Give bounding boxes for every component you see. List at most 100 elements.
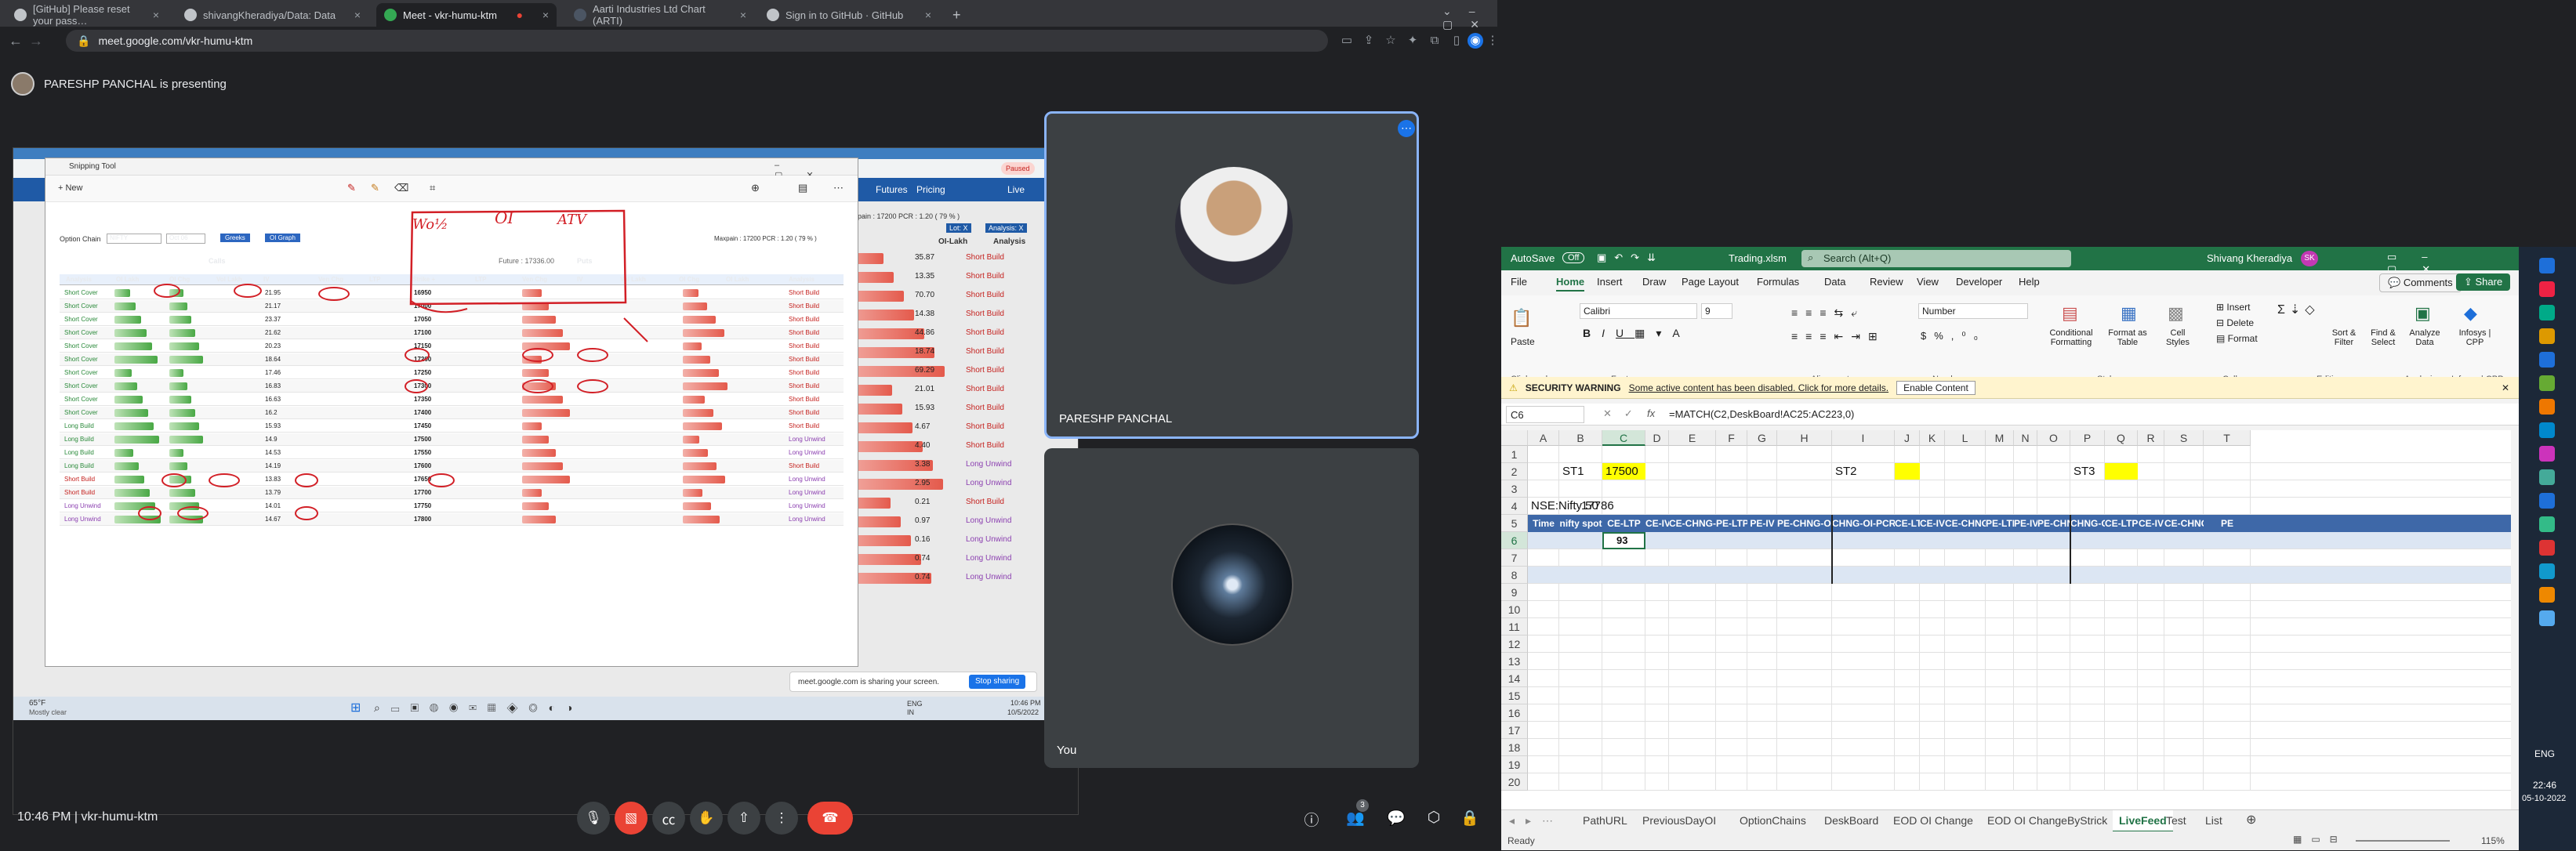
format-button[interactable]: ▤ Format	[2216, 333, 2258, 344]
editing-icons[interactable]: Σ⇣◇	[2277, 302, 2320, 317]
column-header-a[interactable]: A	[1528, 430, 1559, 446]
menu-home[interactable]: Home	[1556, 276, 1585, 292]
nav-live[interactable]: Live	[1007, 184, 1025, 195]
row-header-2[interactable]: 2	[1501, 463, 1528, 480]
zoom-icon[interactable]: ⊕	[751, 182, 760, 194]
column-header-m[interactable]: M	[1986, 430, 2014, 446]
tab-meet[interactable]: Meet - vkr-humu-ktm ● ×	[376, 3, 557, 27]
column-header-b[interactable]: B	[1559, 430, 1602, 446]
more-icon[interactable]: ⋯	[833, 182, 844, 194]
lot-button[interactable]: Lot: X	[946, 223, 971, 233]
quick-access-icons[interactable]: ▣↶↷⇊	[1597, 252, 1664, 264]
conditional-formatting-button[interactable]: Conditional Formatting	[2045, 328, 2097, 347]
menu-insert[interactable]: Insert	[1597, 276, 1623, 288]
taskbar-app-icon[interactable]	[2539, 563, 2555, 579]
row-header-11[interactable]: 11	[1501, 618, 1528, 636]
save-icon[interactable]: ▤	[798, 182, 807, 194]
analyze-data-button[interactable]: Analyze Data	[2403, 328, 2447, 347]
taskbar-app-icon[interactable]	[2539, 399, 2555, 415]
column-header-q[interactable]: Q	[2105, 430, 2138, 446]
taskbar-app-icon[interactable]	[2539, 352, 2555, 368]
row-header-5[interactable]: 5	[1501, 515, 1528, 532]
sheet-tab-optionchains[interactable]: OptionChains	[1740, 814, 1806, 827]
tile-more-icon[interactable]: ⋯	[1398, 120, 1415, 137]
formula-input[interactable]: =MATCH(C2,DeskBoard!AC25:AC223,0)	[1669, 408, 1854, 420]
format-table-icon[interactable]: ▦	[2121, 303, 2137, 324]
row-header-14[interactable]: 14	[1501, 670, 1528, 687]
taskbar-app-icon[interactable]	[2539, 516, 2555, 532]
close-tab-icon[interactable]: ×	[740, 9, 746, 21]
number-format-select[interactable]: Number	[1918, 303, 2028, 319]
row-header-19[interactable]: 19	[1501, 756, 1528, 773]
raise-hand-button[interactable]: ✋	[690, 802, 723, 835]
new-tab-button[interactable]: +	[945, 3, 968, 27]
fx-icon[interactable]: fx	[1647, 407, 1655, 419]
taskbar-app-icon[interactable]	[2539, 610, 2555, 626]
font-format-icons[interactable]: BIU▦▾A	[1583, 327, 1691, 340]
c6-value[interactable]: 93	[1616, 532, 1627, 549]
column-header-p[interactable]: P	[2070, 430, 2105, 446]
row-header-6[interactable]: 6	[1501, 532, 1528, 549]
row-header-17[interactable]: 17	[1501, 722, 1528, 739]
column-header-t[interactable]: T	[2204, 430, 2251, 446]
taskbar-app-icon[interactable]	[2539, 587, 2555, 603]
taskbar-app-icon[interactable]	[2539, 469, 2555, 485]
cell-styles-icon[interactable]: ▩	[2168, 303, 2184, 324]
host-controls-icon[interactable]: 🔒	[1460, 809, 1480, 829]
taskbar-app-icon[interactable]	[2539, 305, 2555, 320]
tab-github-signin[interactable]: Sign in to GitHub · GitHub ×	[759, 3, 939, 27]
symbol-select[interactable]: NIFTY	[107, 234, 161, 244]
close-tab-icon[interactable]: ×	[354, 9, 361, 21]
mic-button[interactable]: 🎙	[577, 802, 610, 835]
sort-filter-button[interactable]: Sort & Filter	[2324, 328, 2364, 347]
paste-icon[interactable]: 📋	[1511, 308, 1532, 328]
captions-button[interactable]: ㏄	[652, 802, 685, 835]
menu-data[interactable]: Data	[1824, 276, 1845, 288]
column-header-c[interactable]: C	[1602, 430, 1645, 446]
format-as-table-button[interactable]: Format as Table	[2100, 328, 2155, 347]
sheet-tab-livefeed[interactable]: LiveFeed	[2113, 810, 2173, 832]
taskbar-app-icon[interactable]	[2539, 493, 2555, 509]
analysis-button[interactable]: Analysis: X	[985, 223, 1027, 233]
menu-page-layout[interactable]: Page Layout	[1682, 276, 1739, 288]
extension-icon[interactable]: ✦	[1405, 33, 1420, 49]
menu-icon[interactable]: ⋮	[1485, 33, 1500, 49]
tab-aarti-chart[interactable]: Aarti Industries Ltd Chart (ARTI) ×	[566, 3, 754, 27]
presenter-tile[interactable]: ⋯ PARESHP PANCHAL	[1044, 111, 1419, 439]
taskbar-lang[interactable]: ENG	[2534, 748, 2555, 759]
cell-styles-button[interactable]: Cell Styles	[2158, 328, 2197, 347]
tab-github-data[interactable]: shivangKheradiya/Data: Data ×	[176, 3, 368, 27]
puzzle-icon[interactable]: ⧉	[1427, 33, 1442, 49]
infosys-addin-button[interactable]: Infosys | CPP	[2451, 328, 2498, 347]
forward-icon[interactable]: →	[28, 33, 44, 49]
leave-call-button[interactable]: ☎	[807, 802, 853, 835]
self-tile[interactable]: You	[1044, 448, 1419, 768]
column-header-l[interactable]: L	[1945, 430, 1986, 446]
menu-view[interactable]: View	[1917, 276, 1939, 288]
close-tab-icon[interactable]: ×	[153, 9, 159, 21]
camera-icon[interactable]: ▭	[1339, 33, 1355, 49]
zoom-slider[interactable]	[2356, 840, 2450, 842]
conditional-formatting-icon[interactable]: ▤	[2062, 303, 2078, 324]
row-header-1[interactable]: 1	[1501, 446, 1528, 463]
omnibox[interactable]: 🔒 meet.google.com/vkr-humu-ktm	[66, 30, 1328, 52]
taskbar-app-icons[interactable]: ⌕▭▣◍◉✉▦◈◎◐◑	[374, 701, 584, 715]
sheet-tab-list[interactable]: List	[2205, 814, 2222, 827]
insert-button[interactable]: ⊞ Insert	[2216, 302, 2250, 313]
column-header-n[interactable]: N	[2014, 430, 2037, 446]
crop-icon[interactable]: ⌗	[430, 182, 435, 194]
menu-draw[interactable]: Draw	[1642, 276, 1666, 288]
analyze-data-icon[interactable]: ▣	[2415, 303, 2431, 324]
greeks-button[interactable]: Greeks	[220, 234, 250, 242]
stop-sharing-button[interactable]: Stop sharing	[969, 675, 1026, 689]
star-icon[interactable]: ☆	[1383, 33, 1399, 49]
sheet-tab-test[interactable]: Test	[2166, 814, 2186, 827]
font-name-select[interactable]: Calibri	[1580, 303, 1697, 319]
taskbar-app-icon[interactable]	[2539, 281, 2555, 297]
row-header-8[interactable]: 8	[1501, 567, 1528, 584]
activities-icon[interactable]: ⬡	[1424, 809, 1444, 829]
share-button[interactable]: ⇪ Share	[2456, 273, 2511, 291]
lang-indicator[interactable]: ENG	[907, 700, 923, 708]
sheet-tab-eod-oi-changebystrick[interactable]: EOD OI ChangeByStrick	[1987, 814, 2107, 827]
alignment-icons[interactable]: ≡≡≡⇆⤶	[1791, 306, 1865, 320]
